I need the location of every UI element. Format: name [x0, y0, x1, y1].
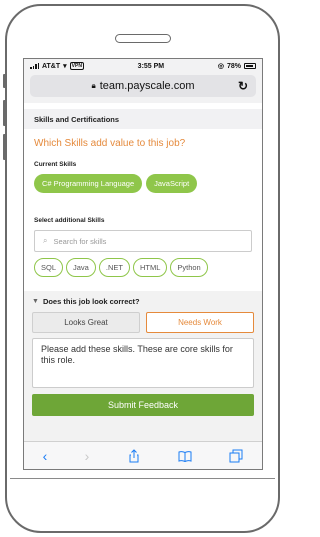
phone-bottom-bezel: [10, 478, 275, 528]
needs-work-button[interactable]: Needs Work: [146, 312, 254, 333]
feedback-options: Looks Great Needs Work: [32, 312, 254, 333]
skill-search-input[interactable]: ⌕ Search for skills: [34, 230, 252, 252]
status-bar: AT&T ▾ VPN 3:55 PM ◎ 78%: [24, 59, 262, 73]
looks-great-button[interactable]: Looks Great: [32, 312, 140, 333]
additional-skill-chip[interactable]: Java: [66, 258, 96, 277]
battery-icon: [243, 63, 256, 69]
feedback-panel: ▼ Does this job look correct? Looks Grea…: [24, 291, 262, 443]
phone-screen: AT&T ▾ VPN 3:55 PM ◎ 78% 🔒︎ team.payscal…: [23, 58, 263, 470]
back-icon[interactable]: ‹: [43, 448, 48, 464]
tabs-icon[interactable]: [229, 449, 243, 463]
address-bar[interactable]: 🔒︎ team.payscale.com ↻: [30, 75, 256, 97]
status-time: 3:55 PM: [137, 62, 165, 70]
skills-question: Which Skills add value to this job?: [34, 138, 186, 149]
additional-skill-chip[interactable]: .NET: [98, 258, 130, 277]
section-title: Skills and Certifications: [24, 109, 262, 129]
page-content: Skills and Certifications Which Skills a…: [24, 109, 262, 277]
side-button-volume-down: [3, 134, 6, 160]
side-button-volume-up: [3, 100, 6, 126]
feedback-header[interactable]: ▼ Does this job look correct?: [32, 297, 254, 306]
collapse-triangle-icon: ▼: [32, 298, 39, 305]
current-skills-label: Current Skills: [34, 161, 77, 168]
submit-feedback-button[interactable]: Submit Feedback: [32, 394, 254, 416]
url-text: team.payscale.com: [99, 80, 195, 92]
reload-icon[interactable]: ↻: [238, 79, 248, 93]
phone-speaker: [115, 34, 171, 43]
current-skill-chip[interactable]: C# Programming Language: [34, 174, 143, 193]
signal-icon: [30, 63, 39, 69]
carrier-label: AT&T: [42, 62, 61, 70]
bookmarks-icon[interactable]: [178, 449, 192, 463]
current-skills-list: C# Programming Language JavaScript: [24, 168, 262, 193]
additional-skill-chip[interactable]: HTML: [132, 258, 168, 277]
browser-header: 🔒︎ team.payscale.com ↻: [24, 73, 262, 103]
feedback-comment-textarea[interactable]: Please add these skills. These are core …: [32, 338, 254, 388]
lock-icon: 🔒︎: [91, 81, 96, 90]
additional-skills-list: SQL Java .NET HTML Python: [24, 252, 262, 277]
search-icon: ⌕: [43, 236, 48, 245]
additional-skill-chip[interactable]: Python: [170, 258, 208, 277]
select-skills-label: Select additional Skills: [34, 217, 105, 224]
additional-skill-chip[interactable]: SQL: [34, 258, 64, 277]
battery-percent: 78%: [226, 62, 241, 70]
search-placeholder: Search for skills: [53, 236, 107, 246]
browser-toolbar: ‹ ›: [24, 441, 262, 469]
wifi-icon: ▾: [63, 63, 67, 70]
forward-icon[interactable]: ›: [85, 448, 90, 464]
rotation-lock-icon: ◎: [217, 63, 224, 70]
vpn-badge: VPN: [69, 62, 84, 70]
feedback-title: Does this job look correct?: [42, 297, 140, 306]
current-skill-chip[interactable]: JavaScript: [146, 174, 198, 193]
side-button-mute: [3, 74, 6, 88]
share-icon[interactable]: [127, 448, 141, 463]
